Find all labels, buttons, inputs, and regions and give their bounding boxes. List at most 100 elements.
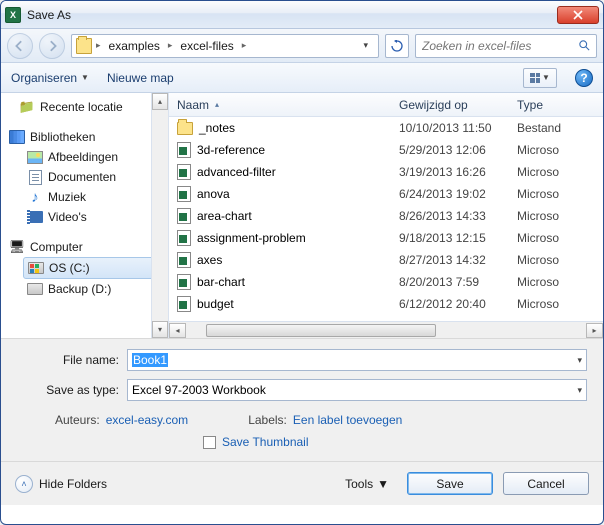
- address-dropdown[interactable]: ▾: [357, 40, 374, 51]
- excel-file-icon: [177, 164, 191, 180]
- file-row[interactable]: area-chart8/26/2013 14:33Microso: [169, 205, 603, 227]
- authors-value[interactable]: excel-easy.com: [106, 413, 188, 427]
- new-folder-button[interactable]: Nieuwe map: [107, 71, 174, 85]
- file-type: Microso: [517, 297, 603, 311]
- file-type: Microso: [517, 187, 603, 201]
- file-name: 3d-reference: [197, 143, 265, 157]
- file-row[interactable]: bar-chart8/20/2013 7:59Microso: [169, 271, 603, 293]
- breadcrumb-excel-files[interactable]: excel-files: [176, 37, 237, 55]
- search-input[interactable]: [422, 39, 579, 53]
- labels-value[interactable]: Een label toevoegen: [293, 413, 402, 427]
- documents-icon: [29, 170, 42, 185]
- filename-label: File name:: [17, 353, 127, 367]
- toolbar: Organiseren▼ Nieuwe map ▼ ?: [1, 63, 603, 93]
- file-date: 8/20/2013 7:59: [399, 275, 517, 289]
- sidebar: Recente locatie Bibliotheken Afbeeldinge…: [1, 93, 169, 338]
- view-options-button[interactable]: ▼: [523, 68, 557, 88]
- sidebar-documents[interactable]: Documenten: [5, 167, 168, 187]
- folder-icon: [76, 38, 92, 54]
- file-row[interactable]: assignment-problem 9/18/2013 12:15Microso: [169, 227, 603, 249]
- excel-file-icon: [177, 230, 191, 246]
- help-button[interactable]: ?: [575, 69, 593, 87]
- file-row[interactable]: axes 8/27/2013 14:32Microso: [169, 249, 603, 271]
- close-button[interactable]: [557, 6, 599, 24]
- file-date: 6/24/2013 19:02: [399, 187, 517, 201]
- address-bar[interactable]: ▸ examples ▸ excel-files ▸ ▾: [71, 34, 379, 58]
- organize-menu[interactable]: Organiseren▼: [11, 71, 89, 85]
- file-date: 9/18/2013 12:15: [399, 231, 517, 245]
- pictures-icon: [27, 151, 43, 164]
- search-box[interactable]: [415, 34, 597, 58]
- file-name: _notes: [199, 121, 235, 135]
- scrollbar-thumb[interactable]: [206, 324, 436, 337]
- videos-icon: [28, 211, 43, 223]
- filename-input[interactable]: Book1▾: [127, 349, 587, 371]
- file-row[interactable]: anova 6/24/2013 19:02Microso: [169, 183, 603, 205]
- scroll-left-icon[interactable]: ◂: [169, 323, 186, 338]
- file-name: budget: [197, 297, 234, 311]
- saveastype-select[interactable]: Excel 97-2003 Workbook▾: [127, 379, 587, 401]
- file-row[interactable]: budget 6/12/2012 20:40Microso: [169, 293, 603, 315]
- forward-button[interactable]: [39, 33, 65, 59]
- file-row[interactable]: advanced-filter3/19/2013 16:26Microso: [169, 161, 603, 183]
- sidebar-drive-os[interactable]: OS (C:): [23, 257, 164, 279]
- file-date: 5/29/2013 12:06: [399, 143, 517, 157]
- breadcrumb-examples[interactable]: examples: [105, 37, 164, 55]
- sidebar-recent[interactable]: Recente locatie: [5, 97, 168, 117]
- chevron-up-icon: ˄: [15, 475, 33, 493]
- file-type: Microso: [517, 275, 603, 289]
- file-date: 10/10/2013 11:50: [399, 121, 517, 135]
- file-type: Microso: [517, 253, 603, 267]
- back-button[interactable]: [7, 33, 33, 59]
- column-modified[interactable]: Gewijzigd op: [399, 98, 517, 112]
- chevron-right-icon: ▸: [96, 40, 101, 51]
- sidebar-computer[interactable]: Computer: [5, 237, 168, 257]
- sidebar-videos[interactable]: Video's: [5, 207, 168, 227]
- file-row[interactable]: 3d-reference5/29/2013 12:06Microso: [169, 139, 603, 161]
- excel-file-icon: [177, 186, 191, 202]
- footer: ˄Hide Folders Tools▼ Save Cancel: [1, 461, 603, 505]
- sidebar-drive-backup[interactable]: Backup (D:): [5, 279, 168, 299]
- save-button[interactable]: Save: [407, 472, 493, 495]
- horizontal-scrollbar[interactable]: ◂ ▸: [169, 321, 603, 338]
- excel-file-icon: [177, 296, 191, 312]
- save-as-dialog: Save As ▸ examples ▸ excel-files ▸ ▾ Org…: [0, 0, 604, 525]
- column-name[interactable]: Naam▴: [177, 98, 399, 112]
- file-date: 8/27/2013 14:32: [399, 253, 517, 267]
- sidebar-libraries[interactable]: Bibliotheken: [5, 127, 168, 147]
- save-thumbnail-label: Save Thumbnail: [222, 435, 309, 449]
- save-thumbnail-checkbox[interactable]: [203, 436, 216, 449]
- file-row[interactable]: _notes10/10/2013 11:50Bestand: [169, 117, 603, 139]
- dropdown-icon[interactable]: ▾: [577, 385, 582, 396]
- search-icon: [579, 39, 590, 52]
- tools-menu[interactable]: Tools▼: [345, 477, 389, 491]
- column-type[interactable]: Type: [517, 98, 603, 112]
- file-name: anova: [197, 187, 230, 201]
- refresh-button[interactable]: [385, 34, 409, 58]
- drive-icon: [28, 262, 44, 274]
- computer-icon: [9, 239, 25, 255]
- sidebar-music[interactable]: Muziek: [5, 187, 168, 207]
- dropdown-icon[interactable]: ▾: [577, 355, 582, 366]
- chevron-right-icon: ▸: [242, 40, 247, 51]
- file-name: axes: [197, 253, 222, 267]
- hide-folders-button[interactable]: ˄Hide Folders: [15, 475, 107, 493]
- scroll-right-icon[interactable]: ▸: [586, 323, 603, 338]
- titlebar: Save As: [1, 1, 603, 29]
- file-name: area-chart: [197, 209, 252, 223]
- sidebar-scrollbar[interactable]: ▴ ▾: [151, 93, 168, 338]
- file-type: Microso: [517, 231, 603, 245]
- scroll-up-icon[interactable]: ▴: [152, 93, 168, 110]
- file-type: Microso: [517, 165, 603, 179]
- excel-file-icon: [177, 208, 191, 224]
- cancel-button[interactable]: Cancel: [503, 472, 589, 495]
- recent-icon: [19, 99, 35, 115]
- excel-file-icon: [177, 142, 191, 158]
- saveastype-label: Save as type:: [17, 383, 127, 397]
- scroll-down-icon[interactable]: ▾: [152, 321, 168, 338]
- file-date: 8/26/2013 14:33: [399, 209, 517, 223]
- sidebar-pictures[interactable]: Afbeeldingen: [5, 147, 168, 167]
- file-name: advanced-filter: [197, 165, 276, 179]
- file-date: 6/12/2012 20:40: [399, 297, 517, 311]
- file-name: assignment-problem: [197, 231, 306, 245]
